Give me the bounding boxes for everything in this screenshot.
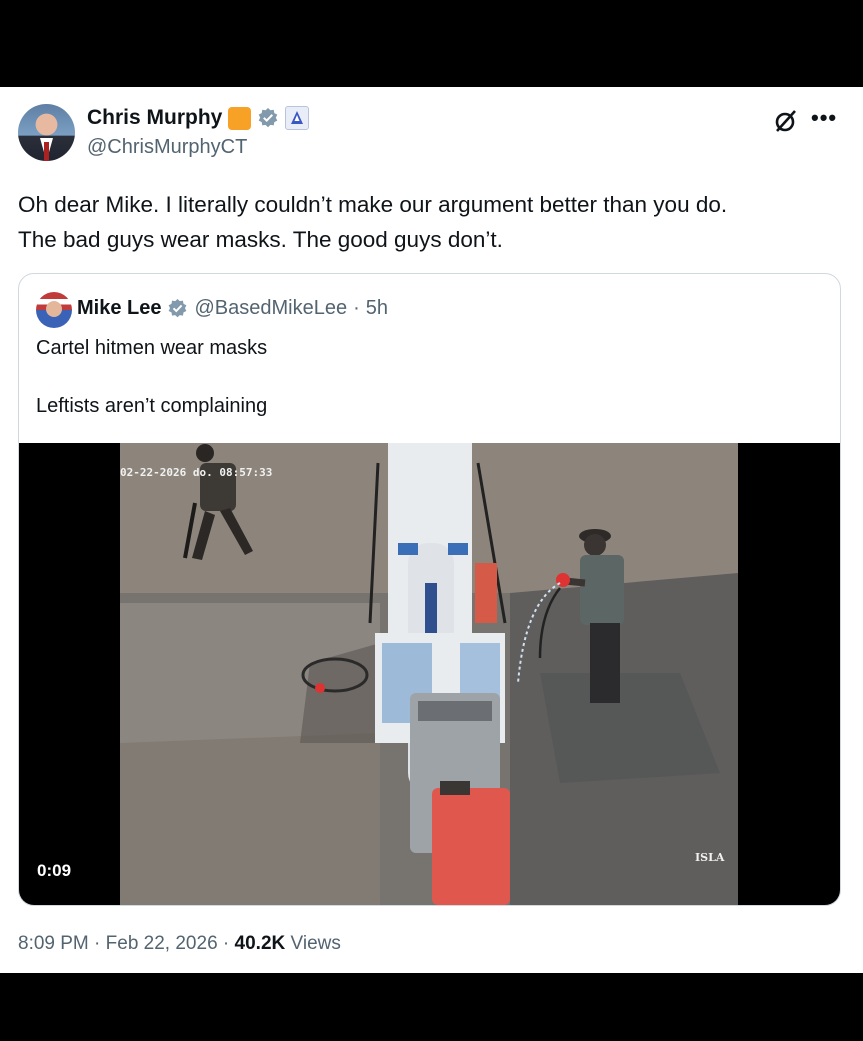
author-name-row: Chris Murphy — [87, 106, 310, 130]
views-label: Views — [290, 933, 341, 954]
avatar-face — [46, 301, 62, 317]
video-player[interactable]: 02-22-2026 do. 08:57:33 ISLA 0:09 — [19, 443, 840, 905]
camera-location-label: ISLA — [695, 851, 725, 864]
capitol-icon — [291, 111, 304, 124]
quoted-author-avatar — [36, 292, 72, 328]
gray-verified-icon — [259, 108, 278, 128]
verified-badge-icon — [169, 298, 187, 318]
video-frame: 02-22-2026 do. 08:57:33 ISLA — [120, 443, 738, 905]
post-date[interactable]: Feb 22, 2026 — [106, 933, 218, 954]
quoted-header: Mike Lee @BasedMikeLee · 5h — [77, 297, 388, 320]
post-time[interactable]: 8:09 PM — [18, 933, 89, 954]
quoted-text: Cartel hitmen wear masks Leftists aren’t… — [36, 334, 267, 421]
quoted-text-line: Cartel hitmen wear masks — [36, 337, 268, 359]
grok-icon[interactable] — [772, 107, 800, 135]
timestamp-overlay: 02-22-2026 do. 08:57:33 — [120, 466, 272, 479]
video-duration: 0:09 — [37, 861, 72, 880]
video-scene: 02-22-2026 do. 08:57:33 ISLA — [120, 443, 738, 905]
post-text-line: Oh dear Mike. I literally couldn’t make … — [18, 192, 728, 217]
quoted-text-line: Leftists aren’t complaining — [36, 395, 268, 417]
author-handle[interactable]: @ChrisMurphyCT — [87, 136, 247, 159]
affiliate-badge-icon — [228, 106, 252, 130]
quoted-author-handle: @BasedMikeLee — [194, 297, 348, 319]
separator-dot: · — [353, 297, 360, 319]
views-count: 40.2K — [234, 933, 286, 954]
quoted-post-age: 5h — [365, 297, 389, 319]
avatar-tie — [44, 142, 49, 161]
separator-dot: · — [222, 933, 230, 954]
author-name[interactable]: Chris Murphy — [87, 106, 222, 130]
post-text-line: The bad guys wear masks. The good guys d… — [18, 227, 503, 252]
separator-dot: · — [94, 933, 101, 954]
post-metadata: 8:09 PM · Feb 22, 2026 · 40.2K Views — [18, 933, 341, 955]
post-card: Chris Murphy @ChrisMurphyCT ••• Oh dear … — [0, 87, 863, 973]
post-text: Oh dear Mike. I literally couldn’t make … — [18, 187, 848, 257]
quoted-author-name: Mike Lee — [77, 297, 162, 319]
author-avatar[interactable] — [18, 104, 75, 161]
quoted-post[interactable]: Mike Lee @BasedMikeLee · 5h Cartel hitme… — [18, 273, 841, 906]
government-affiliation-icon — [285, 106, 310, 130]
more-options-icon[interactable]: ••• — [811, 105, 837, 131]
